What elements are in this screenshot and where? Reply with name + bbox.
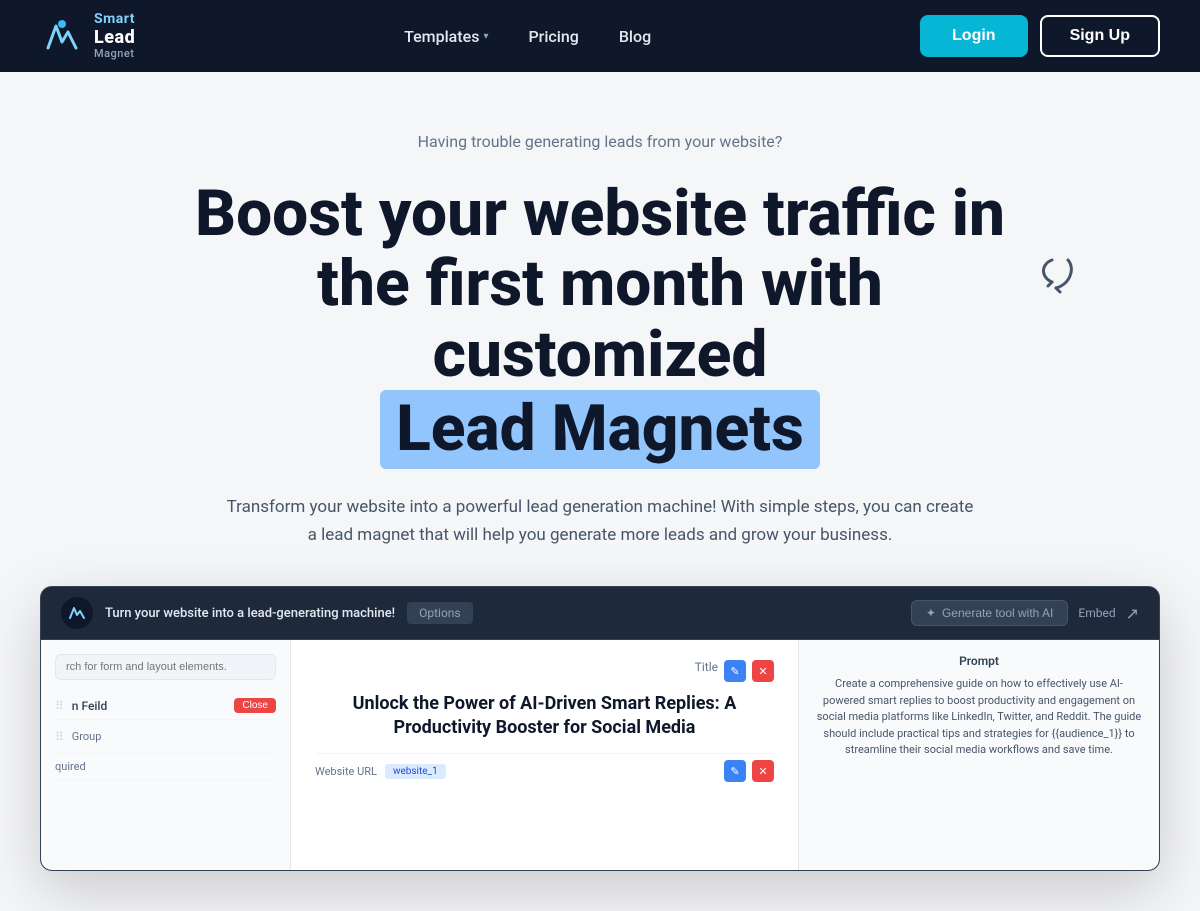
group-label: Group: [72, 726, 102, 747]
url-label: Website URL: [315, 765, 377, 778]
nav-link-templates[interactable]: Templates ▾: [388, 19, 504, 54]
video-body: ⠿ n Feild Close ⠿ Group quired Title ✎ ✕: [41, 640, 1159, 870]
logo-lead-label: Lead: [94, 28, 135, 48]
video-topbar: Turn your website into a lead-generating…: [41, 587, 1159, 640]
website-url-row: Website URL website_1 ✎ ✕: [315, 753, 774, 788]
center-edit-row: Title ✎ ✕: [315, 660, 774, 682]
video-left-panel: ⠿ n Feild Close ⠿ Group quired: [41, 640, 291, 870]
video-preview: Turn your website into a lead-generating…: [40, 586, 1160, 871]
hero-section: Having trouble generating leads from you…: [0, 72, 1200, 911]
video-topbar-right: ✦ Generate tool with AI Embed ↗: [911, 600, 1139, 626]
elements-search-input[interactable]: [55, 654, 276, 680]
required-label: quired: [55, 760, 86, 773]
logo-text: Smart Lead Magnet: [94, 12, 135, 59]
prompt-label: Prompt: [815, 654, 1143, 668]
video-right-panel: Prompt Create a comprehensive guide on h…: [799, 640, 1159, 870]
navbar: Smart Lead Magnet Templates ▾ Pricing Bl…: [0, 0, 1200, 72]
panel-required-row: quired: [55, 754, 276, 780]
nav-link-pricing[interactable]: Pricing: [512, 19, 594, 54]
url-edit-icon[interactable]: ✎: [724, 760, 746, 782]
field-close-button[interactable]: Close: [234, 698, 276, 713]
drag-handle-icon: ⠿: [55, 699, 64, 713]
prompt-text: Create a comprehensive guide on how to e…: [815, 676, 1143, 759]
url-delete-icon[interactable]: ✕: [752, 760, 774, 782]
url-chip: website_1: [385, 764, 446, 779]
delete-icon[interactable]: ✕: [752, 660, 774, 682]
logo-icon: [40, 14, 84, 58]
title-label: Title: [695, 660, 718, 674]
field-label: n Feild: [72, 699, 107, 713]
embed-button[interactable]: Embed: [1078, 606, 1115, 620]
share-icon[interactable]: ↗: [1126, 604, 1139, 623]
video-center-panel: Title ✎ ✕ Unlock the Power of AI-Driven …: [291, 640, 799, 870]
video-title: Turn your website into a lead-generating…: [105, 606, 395, 621]
chevron-down-icon: ▾: [483, 31, 488, 42]
logo-smart-label: Smart: [94, 12, 135, 27]
nav-buttons: Login Sign Up: [920, 15, 1160, 57]
video-options-button[interactable]: Options: [407, 602, 473, 624]
hero-headline-part1: Boost your website traffic in the first …: [195, 176, 1005, 392]
magnet-decoration-icon: [1032, 252, 1080, 309]
edit-icon[interactable]: ✎: [724, 660, 746, 682]
hero-headline-highlight: Lead Magnets: [380, 390, 820, 468]
panel-group-row: ⠿ Group: [55, 720, 276, 754]
logo-magnet-label: Magnet: [94, 48, 135, 60]
hero-description: Transform your website into a powerful l…: [220, 493, 980, 551]
url-edit-row: ✎ ✕: [724, 760, 774, 782]
hero-headline: Boost your website traffic in the first …: [150, 179, 1050, 469]
logo[interactable]: Smart Lead Magnet: [40, 12, 135, 59]
panel-field-row: ⠿ n Feild Close: [55, 692, 276, 720]
generate-ai-button[interactable]: ✦ Generate tool with AI: [911, 600, 1068, 626]
nav-link-blog[interactable]: Blog: [603, 19, 667, 54]
center-main-title: Unlock the Power of AI-Driven Smart Repl…: [315, 692, 774, 739]
sparkle-icon: ✦: [926, 606, 936, 620]
signup-button[interactable]: Sign Up: [1040, 15, 1160, 57]
drag-handle-icon-2: ⠿: [55, 730, 64, 744]
video-topbar-left: Turn your website into a lead-generating…: [61, 597, 473, 629]
video-logo: [61, 597, 93, 629]
nav-links: Templates ▾ Pricing Blog: [388, 19, 667, 54]
login-button[interactable]: Login: [920, 15, 1028, 57]
hero-subtitle: Having trouble generating leads from you…: [40, 132, 1160, 151]
